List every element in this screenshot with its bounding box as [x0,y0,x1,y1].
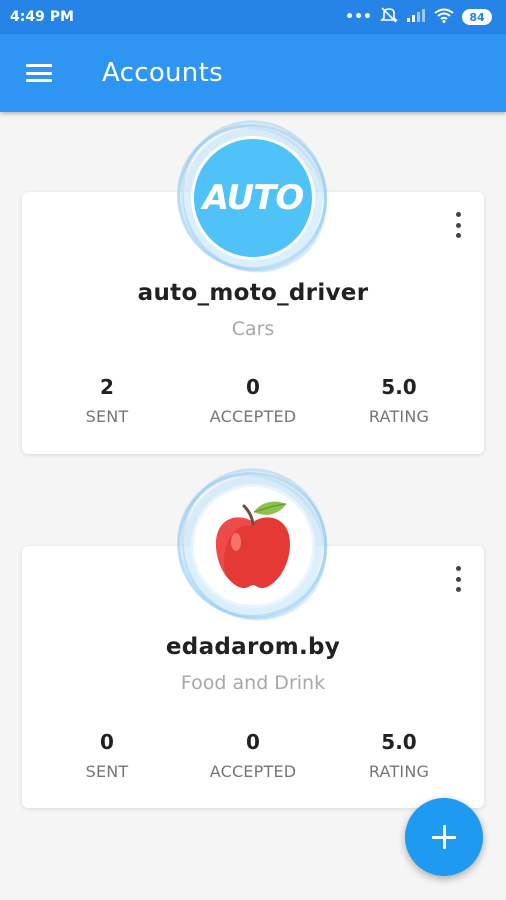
add-account-button[interactable] [405,798,483,876]
account-stats: 0 SENT 0 ACCEPTED 5.0 RATING [22,730,484,781]
stat-accepted: 0 ACCEPTED [198,730,308,781]
stat-label: ACCEPTED [209,762,297,781]
stat-rating: 5.0 RATING [344,730,454,781]
battery-icon: 84 [462,9,492,25]
stat-sent: 2 SENT [52,375,162,426]
account-category: Cars [231,318,275,340]
app-bar: Accounts [0,34,506,112]
account-name: auto_moto_driver [137,280,369,306]
avatar[interactable] [147,443,357,651]
account-category: Food and Drink [180,672,326,694]
stat-label: RATING [368,407,430,426]
stat-accepted: 0 ACCEPTED [198,375,308,426]
plus-icon [432,825,456,849]
avatar-text: AUTO [202,178,304,218]
wifi-icon [434,8,454,27]
stat-value: 0 [100,730,114,754]
stat-label: SENT [85,407,129,426]
status-bar: 4:49 PM ••• 84 [0,0,506,34]
stat-rating: 5.0 RATING [344,375,454,426]
stat-value: 5.0 [381,375,417,399]
stat-value: 5.0 [381,730,417,754]
stat-value: 0 [246,730,260,754]
stat-label: SENT [85,762,129,781]
more-options-icon[interactable] [452,564,464,594]
page-title: Accounts [102,58,223,88]
status-time: 4:49 PM [10,9,74,25]
stat-label: ACCEPTED [209,407,297,426]
stat-value: 0 [246,375,260,399]
stat-sent: 0 SENT [52,730,162,781]
more-dots-icon: ••• [345,9,372,25]
status-icons: ••• 84 [345,7,492,27]
avatar[interactable]: AUTO [147,95,357,303]
more-options-icon[interactable] [452,210,464,240]
account-name: edadarom.by [165,634,341,660]
account-stats: 2 SENT 0 ACCEPTED 5.0 RATING [22,375,484,426]
mute-icon [380,7,398,27]
apple-icon [208,496,298,596]
signal-icon [406,8,426,26]
stat-label: RATING [368,762,430,781]
hamburger-menu-icon[interactable] [0,34,78,112]
stat-value: 2 [100,375,114,399]
